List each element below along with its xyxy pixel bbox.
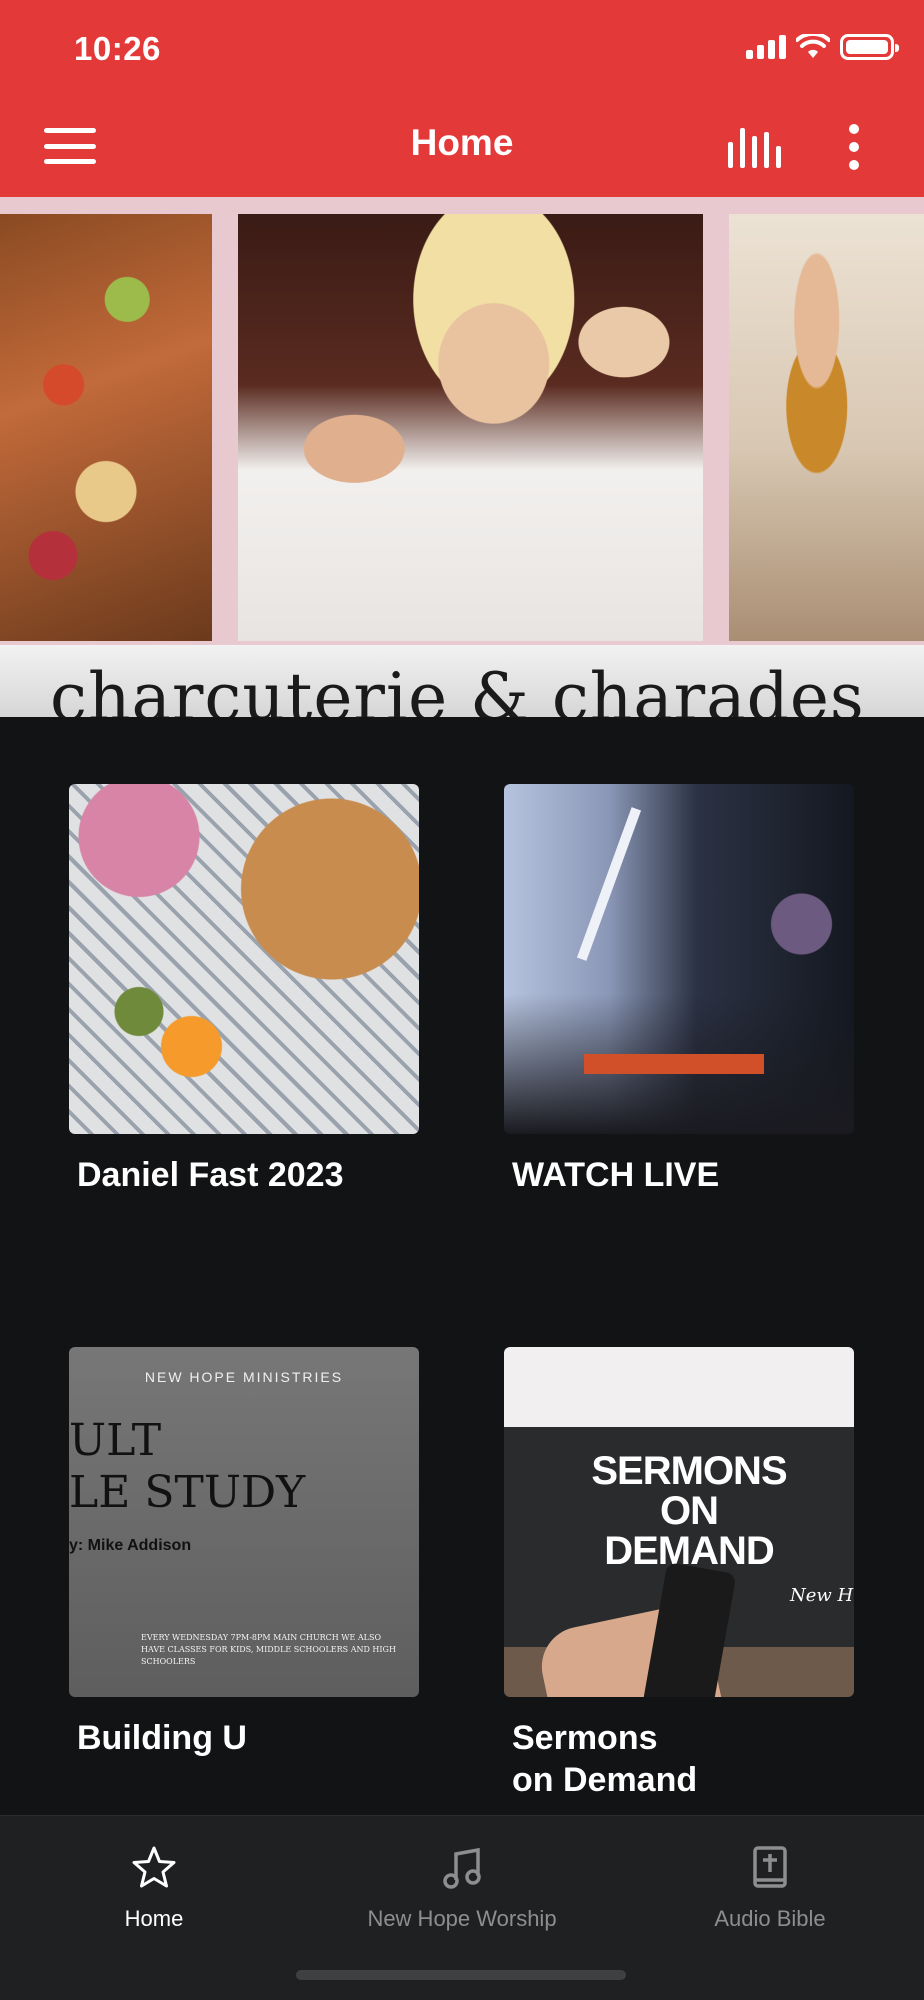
wifi-icon: [796, 34, 830, 58]
featured-banner[interactable]: charcuterie & charades: [0, 197, 924, 717]
tile-label: Daniel Fast 2023: [77, 1156, 344, 1194]
cellular-signal-icon: [746, 35, 786, 59]
image-text-ministry: NEW HOPE MINISTRIES: [144, 1369, 344, 1385]
tab-new-hope-worship[interactable]: New Hope Worship: [308, 1816, 616, 1956]
tab-label: New Hope Worship: [367, 1906, 557, 1931]
tile-building-u[interactable]: NEW HOPE MINISTRIES ULT LE STUDY y: Mike…: [69, 1347, 419, 1759]
bible-icon: [753, 1846, 787, 1888]
remote-control-shape: [641, 1562, 737, 1697]
image-text-brand: New H: [790, 1585, 854, 1606]
tile-sermons-on-demand[interactable]: SERMONS ON DEMAND New H Sermons on Deman…: [504, 1347, 854, 1801]
home-screen: 10:26 Home charcuterie & charades Daniel…: [0, 0, 924, 2000]
banner-caption: charcuterie & charades: [50, 659, 865, 717]
image-text-heading-line1: ULT: [69, 1415, 162, 1466]
tile-daniel-fast[interactable]: Daniel Fast 2023: [69, 784, 419, 1196]
tile-watch-live[interactable]: WATCH LIVE: [504, 784, 854, 1196]
home-indicator[interactable]: [296, 1970, 626, 1980]
tab-audio-bible[interactable]: Audio Bible: [616, 1816, 924, 1956]
status-time: 10:26: [74, 30, 161, 67]
image-text-heading-line2: LE STUDY: [69, 1467, 306, 1518]
stage-cross-light: [576, 807, 642, 961]
banner-photo-woman-jumping: [729, 214, 924, 641]
tile-image-bible-study: NEW HOPE MINISTRIES ULT LE STUDY y: Mike…: [69, 1347, 419, 1697]
page-title: Home: [410, 122, 514, 163]
tile-label: Building U: [77, 1719, 247, 1757]
tab-label: Audio Bible: [714, 1906, 826, 1931]
image-text-byline: y: Mike Addison: [69, 1537, 192, 1554]
stage-keyboard: [584, 1054, 764, 1074]
equalizer-icon[interactable]: [728, 128, 782, 168]
star-icon: [132, 1846, 176, 1888]
image-text-sermons-title: SERMONS ON DEMAND: [591, 1449, 787, 1573]
banner-photo-charcuterie-board: [0, 214, 212, 641]
tile-label: Sermons on Demand: [512, 1719, 698, 1799]
tab-label: Home: [124, 1906, 184, 1931]
tile-image-worship-stage: [504, 784, 854, 1134]
tile-label: WATCH LIVE: [512, 1156, 720, 1194]
vertical-ellipsis-icon[interactable]: [848, 124, 860, 170]
tab-home[interactable]: Home: [0, 1816, 308, 1956]
music-note-icon: [443, 1847, 481, 1889]
image-text-schedule: EVERY WEDNESDAY 7PM-8PM MAIN CHURCH WE A…: [141, 1633, 396, 1666]
app-header: 10:26 Home: [0, 0, 924, 197]
status-icons: [746, 34, 899, 60]
tile-image-food-spread: [69, 784, 419, 1134]
tile-image-sermons-remote: SERMONS ON DEMAND New H: [504, 1347, 854, 1697]
banner-photo-women-selfie: [238, 214, 703, 641]
battery-icon: [840, 34, 899, 60]
